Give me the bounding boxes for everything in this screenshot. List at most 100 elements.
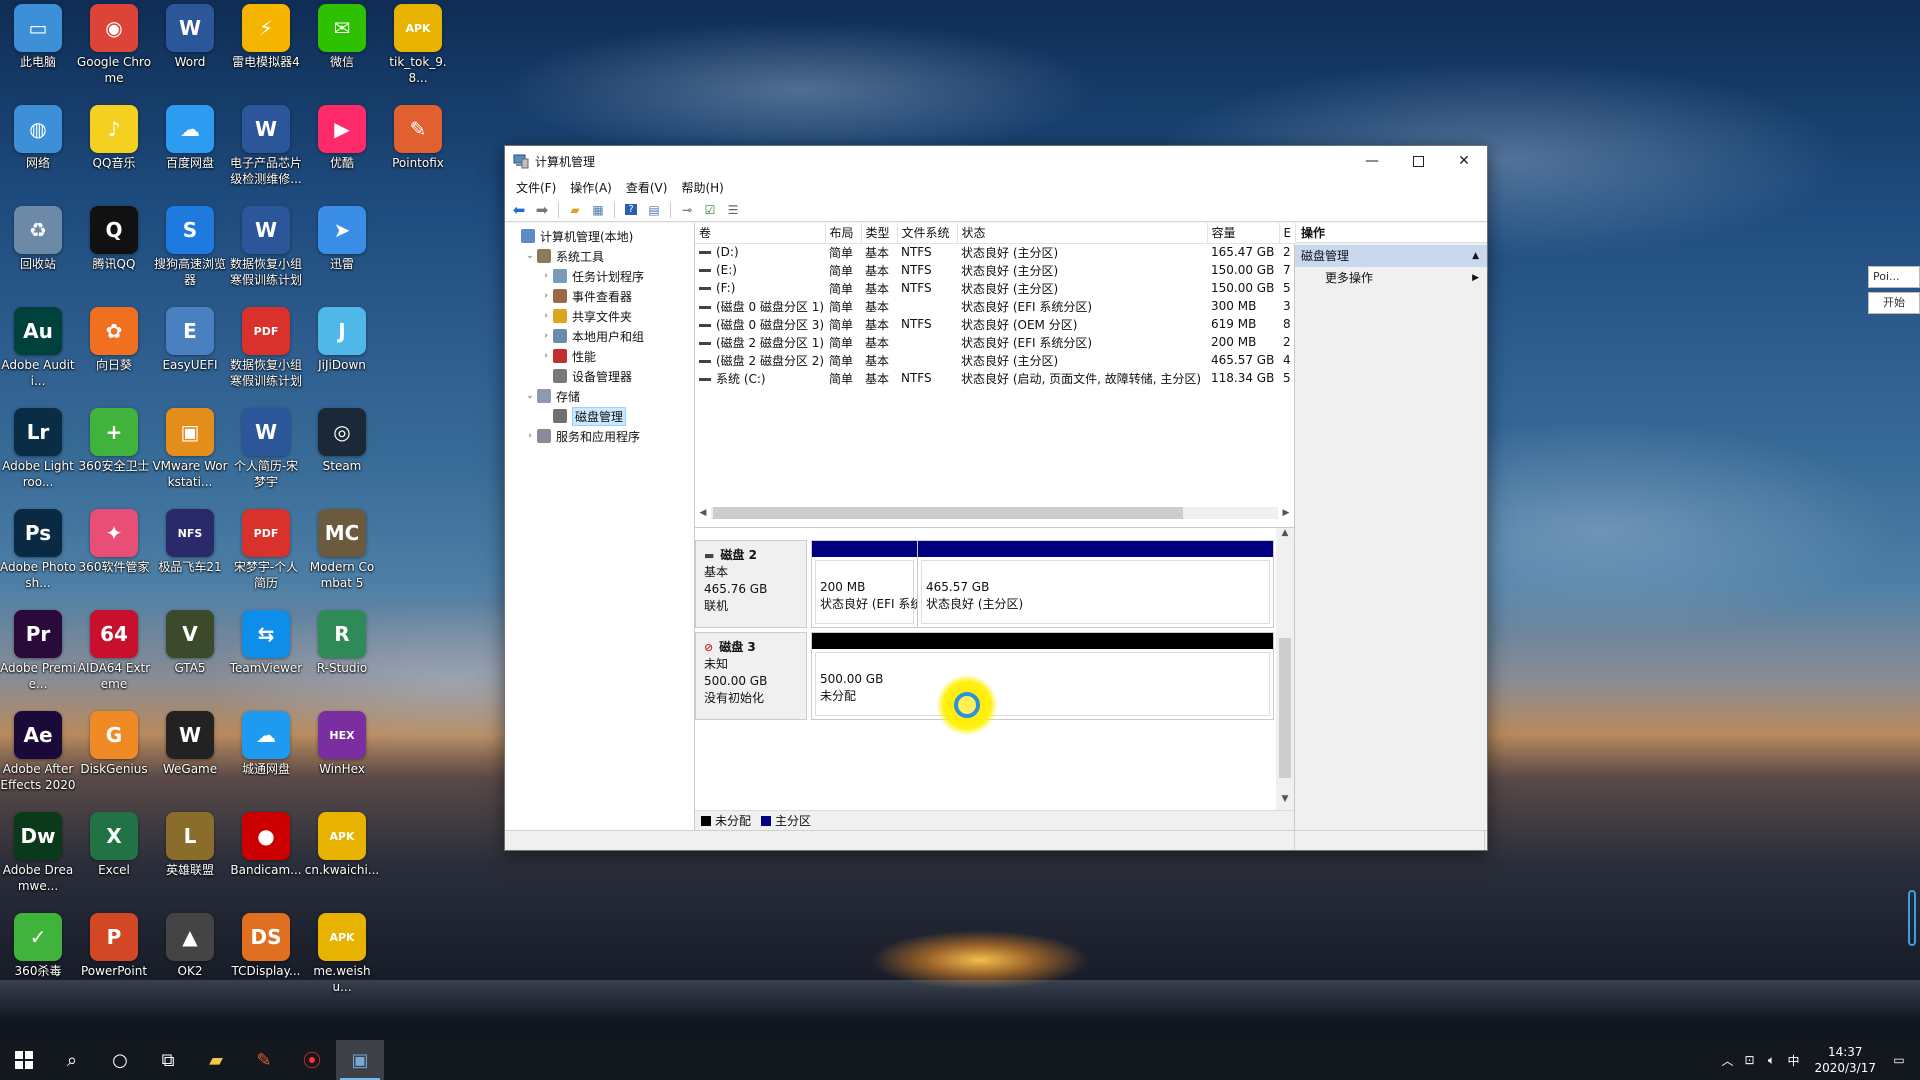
tree-item[interactable]: › 任务计划程序 <box>505 266 694 286</box>
column-header[interactable]: 容量 <box>1207 223 1280 244</box>
minimize-button[interactable]: — <box>1349 146 1395 176</box>
menu-action[interactable]: 操作(A) <box>563 179 619 196</box>
desktop-icon[interactable]: PDF 数据恢复小组寒假训练计划 <box>228 303 304 389</box>
desktop-icon[interactable]: Au Adobe Auditi... <box>0 303 76 389</box>
desktop-icon[interactable]: Dw Adobe Dreamwe... <box>0 808 76 894</box>
actions-section-disk-management[interactable]: 磁盘管理 ▲ <box>1295 245 1487 267</box>
table-row[interactable]: (磁盘 0 磁盘分区 1) 简单 基本 状态良好 (EFI 系统分区) 300 MB 3 <box>695 297 1295 315</box>
column-header[interactable]: E <box>1279 223 1296 244</box>
help-button[interactable]: ? <box>621 201 641 219</box>
desktop-icon[interactable]: G DiskGenius <box>76 707 152 777</box>
tree-item[interactable]: ⌄ 系统工具 <box>505 246 694 266</box>
desktop-icon[interactable]: ♪ QQ音乐 <box>76 101 152 171</box>
disk-info[interactable]: ⊘ 磁盘 3 未知 500.00 GB 没有初始化 <box>695 632 807 720</box>
column-header[interactable]: 卷 <box>695 223 826 244</box>
show-hide-tree-button[interactable]: ▦ <box>588 201 608 219</box>
collapsed-chevron-icon[interactable]: › <box>539 351 553 361</box>
volume-icon[interactable]: 🔈︎ <box>1760 1053 1782 1068</box>
menu-help[interactable]: 帮助(H) <box>674 179 730 196</box>
desktop-icon[interactable]: S 搜狗高速浏览器 <box>152 202 228 288</box>
properties-button[interactable]: ▤ <box>644 201 664 219</box>
desktop-icon[interactable]: ▶ 优酷 <box>304 101 380 171</box>
desktop-icon[interactable]: W 电子产品芯片级检测维修... <box>228 101 304 187</box>
menu-file[interactable]: 文件(F) <box>509 179 563 196</box>
desktop-icon[interactable]: E EasyUEFI <box>152 303 228 373</box>
desktop-icon[interactable]: W 个人简历-宋梦宇 <box>228 404 304 490</box>
table-row[interactable]: (磁盘 0 磁盘分区 3) 简单 基本 NTFS 状态良好 (OEM 分区) 619 MB… <box>695 315 1295 333</box>
maximize-button[interactable] <box>1395 146 1441 176</box>
desktop-icon[interactable]: ▭ 此电脑 <box>0 0 76 70</box>
desktop-icon[interactable]: R R-Studio <box>304 606 380 676</box>
desktop-icon[interactable]: ▣ VMware Workstati... <box>152 404 228 490</box>
desktop-icon[interactable]: ✓ 360杀毒 <box>0 909 76 979</box>
connect-button[interactable]: ⊸ <box>677 201 697 219</box>
table-row[interactable]: (E:) 简单 基本 NTFS 状态良好 (主分区) 150.00 GB 7 <box>695 261 1295 279</box>
partition-block[interactable]: 500.00 GB 未分配 <box>812 633 1273 719</box>
close-button[interactable]: ✕ <box>1441 146 1487 176</box>
table-row[interactable]: (D:) 简单 基本 NTFS 状态良好 (主分区) 165.47 GB 2 <box>695 243 1295 261</box>
column-header[interactable]: 状态 <box>957 223 1208 244</box>
expanded-chevron-icon[interactable]: ⌄ <box>523 391 537 401</box>
scroll-thumb[interactable] <box>713 507 1183 519</box>
column-header[interactable]: 布局 <box>825 223 862 244</box>
search-button[interactable]: ⌕ <box>48 1040 96 1080</box>
tree-item[interactable]: 设备管理器 <box>505 366 694 386</box>
start-button[interactable] <box>0 1040 48 1080</box>
tree-item[interactable]: ⌄ 存储 <box>505 386 694 406</box>
partition-block[interactable]: 465.57 GB 状态良好 (主分区) <box>918 541 1273 627</box>
tree-item[interactable]: › 服务和应用程序 <box>505 426 694 446</box>
tree-item[interactable]: 磁盘管理 <box>505 406 694 426</box>
desktop-icon[interactable]: NFS 极品飞车21 <box>152 505 228 575</box>
desktop-icon[interactable]: Ae Adobe After Effects 2020 <box>0 707 76 793</box>
start-button[interactable]: 开始 <box>1868 292 1920 314</box>
scroll-track[interactable] <box>711 507 1278 519</box>
collapsed-chevron-icon[interactable]: › <box>539 291 553 301</box>
desktop-icon[interactable]: ◍ 网络 <box>0 101 76 171</box>
collapsed-chevron-icon[interactable]: › <box>539 271 553 281</box>
tree-item[interactable]: › 共享文件夹 <box>505 306 694 326</box>
desktop-icon[interactable]: J JiJiDown <box>304 303 380 373</box>
desktop-icon[interactable]: X Excel <box>76 808 152 878</box>
desktop-icon[interactable]: P PowerPoint <box>76 909 152 979</box>
scroll-down-icon[interactable]: ▼ <box>1276 794 1294 810</box>
table-row[interactable]: (磁盘 2 磁盘分区 2) 简单 基本 状态良好 (主分区) 465.57 GB 4 <box>695 351 1295 369</box>
partition-block[interactable]: 200 MB 状态良好 (EFI 系统分 <box>812 541 918 627</box>
desktop-icon[interactable]: ☁ 百度网盘 <box>152 101 228 171</box>
desktop-icon[interactable]: ● Bandicam... <box>228 808 304 878</box>
pointofix-input[interactable]: Poi... <box>1868 266 1920 288</box>
desktop-icon[interactable]: ▲ OK2 <box>152 909 228 979</box>
vertical-scrollbar[interactable]: ▲ ▼ <box>1276 528 1294 810</box>
desktop-icon[interactable]: Lr Adobe Lightroo... <box>0 404 76 490</box>
desktop-icon[interactable]: Ps Adobe Photosh... <box>0 505 76 591</box>
title-bar[interactable]: 计算机管理 — ✕ <box>505 146 1487 176</box>
desktop-icon[interactable]: ✿ 向日葵 <box>76 303 152 373</box>
desktop-icon[interactable]: Pr Adobe Premie... <box>0 606 76 692</box>
disk-row[interactable]: ▬ 磁盘 2 基本 465.76 GB 联机 200 MB 状态良好 (EFI 系统分 465… <box>695 540 1274 628</box>
table-row[interactable]: (F:) 简单 基本 NTFS 状态良好 (主分区) 150.00 GB 5 <box>695 279 1295 297</box>
up-folder-button[interactable]: ▰ <box>565 201 585 219</box>
pointofix-taskbar-button[interactable]: ✎ <box>240 1040 288 1080</box>
ime-indicator[interactable]: 中 <box>1782 1052 1804 1069</box>
desktop-icon[interactable]: MC Modern Combat 5 <box>304 505 380 591</box>
show-hidden-icons-chevron-icon[interactable]: ︿ <box>1716 1052 1738 1069</box>
desktop-icon[interactable]: ✎ Pointofix <box>380 101 456 171</box>
tree-item[interactable]: › 本地用户和组 <box>505 326 694 346</box>
expanded-chevron-icon[interactable]: ⌄ <box>523 251 537 261</box>
desktop-icon[interactable]: ⇆ TeamViewer <box>228 606 304 676</box>
desktop-icon[interactable]: ✦ 360软件管家 <box>76 505 152 575</box>
desktop-icon[interactable]: V GTA5 <box>152 606 228 676</box>
table-row[interactable]: 系统 (C:) 简单 基本 NTFS 状态良好 (启动, 页面文件, 故障转储, 主分区… <box>695 369 1295 387</box>
horizontal-scrollbar[interactable]: ◀ ▶ <box>695 505 1294 521</box>
task-view-button[interactable]: ⧉ <box>144 1040 192 1080</box>
desktop-icon[interactable]: HEX WinHex <box>304 707 380 777</box>
view-button[interactable]: ☰ <box>723 201 743 219</box>
forward-button[interactable]: ➡ <box>532 201 552 219</box>
tree-item[interactable]: 计算机管理(本地) <box>505 226 694 246</box>
column-header[interactable]: 类型 <box>861 223 898 244</box>
desktop-icon[interactable]: ◎ Steam <box>304 404 380 474</box>
desktop-icon[interactable]: W 数据恢复小组寒假训练计划 <box>228 202 304 288</box>
notification-icon[interactable]: ▭ <box>1888 1053 1910 1067</box>
desktop-icon[interactable]: DS TCDisplay... <box>228 909 304 979</box>
scroll-up-icon[interactable]: ▲ <box>1276 528 1294 544</box>
tree-item[interactable]: › 性能 <box>505 346 694 366</box>
